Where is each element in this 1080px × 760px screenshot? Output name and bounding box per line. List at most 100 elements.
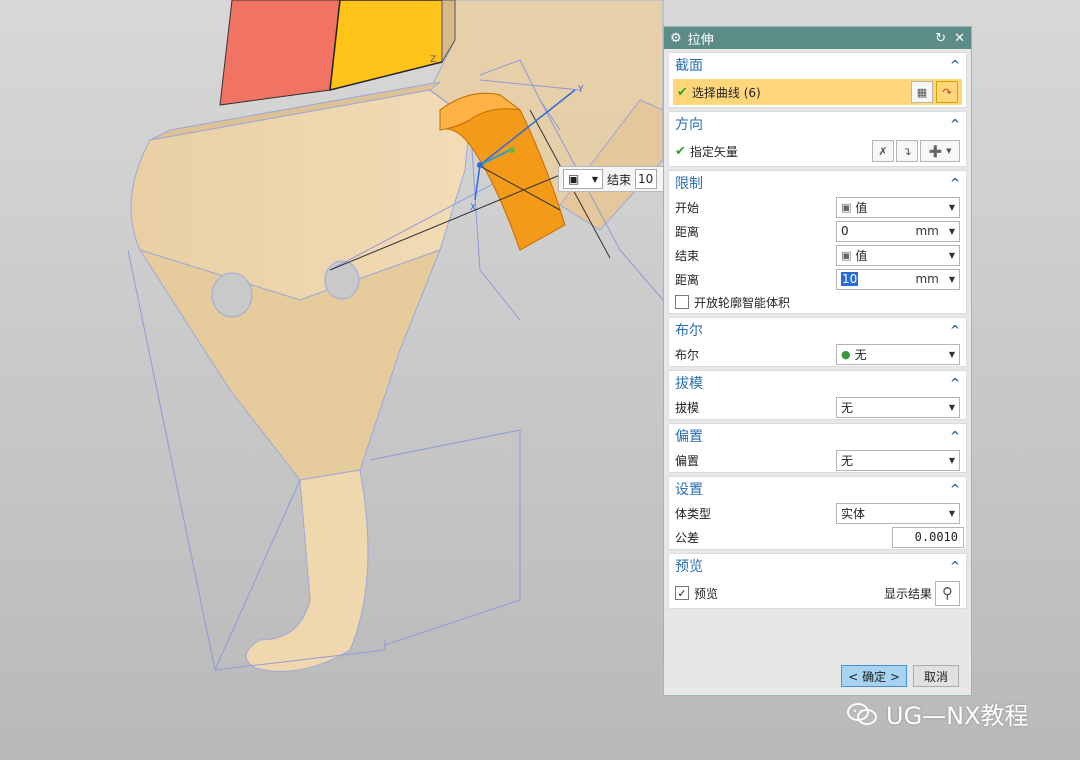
wechat-icon [847, 702, 877, 725]
chevron-up-icon[interactable]: ^ [950, 429, 960, 443]
chevron-up-icon[interactable]: ^ [950, 482, 960, 496]
direction-header-label: 方向 [675, 117, 703, 133]
dialog-titlebar[interactable]: ⚙ 拉伸 ↻ ✕ [664, 27, 971, 49]
ok-button[interactable]: < 确定 > [841, 665, 907, 687]
sketch-section-icon[interactable]: ▦ [911, 81, 933, 103]
end-value-input[interactable]: 10 [635, 169, 658, 189]
start-distance-value[interactable]: 0 [841, 224, 915, 238]
vector-row: ✔ 指定矢量 ✗ ↴ ➕ ▼ [669, 136, 966, 166]
direction-header[interactable]: 方向 ^ [669, 112, 966, 136]
boolean-value: 无 [854, 347, 867, 362]
limits-header-label: 限制 [675, 176, 703, 192]
reset-icon[interactable]: ↻ [935, 31, 946, 46]
chevron-down-icon[interactable]: ▼ [949, 227, 955, 236]
section-header[interactable]: 截面 ^ [669, 53, 966, 77]
watermark: UG—NX教程 [846, 696, 1029, 731]
draft-header[interactable]: 拔模 ^ [669, 371, 966, 395]
open-profile-label: 开放轮廓智能体积 [694, 295, 791, 310]
boolean-group: 布尔 ^ 布尔 ● 无 ▼ [668, 317, 967, 367]
chevron-down-icon: ▼ [591, 174, 598, 184]
start-type-dropdown[interactable]: ▣ 值 ▼ [836, 196, 960, 218]
open-profile-row: 开放轮廓智能体积 [669, 291, 966, 313]
dialog-title: 拉伸 [687, 32, 714, 48]
axis-y-label: Y [577, 85, 584, 95]
gear-icon[interactable]: ⚙ [670, 31, 682, 46]
vector-label: 指定矢量 [689, 144, 738, 159]
on-canvas-end-widget[interactable]: ▣ ▼ 结束 10 [558, 166, 668, 192]
end-distance-value[interactable]: 10 [841, 272, 859, 286]
body-type-value: 实体 [841, 506, 866, 521]
preview-group: 预览 ^ ✓ 预览 显示结果 ⚲ [668, 553, 967, 609]
end-distance-row: 距离 10 mm ▼ [669, 267, 966, 291]
chevron-down-icon: ▼ [948, 349, 955, 359]
vector-type-dropdown[interactable]: ➕ ▼ [920, 140, 960, 162]
chevron-up-icon[interactable]: ^ [950, 176, 960, 190]
boolean-dropdown[interactable]: ● 无 ▼ [836, 343, 960, 365]
preview-header-label: 预览 [675, 559, 703, 575]
cube-icon: ▣ [841, 248, 852, 262]
offset-value: 无 [841, 453, 854, 468]
chevron-up-icon[interactable]: ^ [950, 559, 960, 573]
magnifier-icon[interactable]: ⚲ [935, 580, 960, 606]
vector-dialog-icon[interactable]: ↴ [896, 140, 918, 162]
offset-dropdown[interactable]: 无 ▼ [836, 449, 960, 471]
draft-header-label: 拔模 [675, 376, 703, 392]
preview-checkbox[interactable]: ✓ [675, 586, 689, 600]
chevron-up-icon[interactable]: ^ [950, 117, 960, 131]
preview-row: ✓ 预览 显示结果 ⚲ [669, 578, 966, 608]
settings-header[interactable]: 设置 ^ [669, 477, 966, 501]
boolean-header-label: 布尔 [675, 323, 703, 339]
chevron-down-icon[interactable]: ▼ [949, 275, 955, 284]
tolerance-input[interactable]: 0.0010 [892, 526, 964, 548]
draft-row: 拔模 无 ▼ [669, 395, 966, 419]
hole-left [211, 272, 253, 318]
direction-group: 方向 ^ ✔ 指定矢量 ✗ ↴ ➕ ▼ [668, 111, 967, 167]
cancel-button[interactable]: 取消 [913, 665, 959, 687]
watermark-text: UG—NX教程 [886, 702, 1029, 730]
draft-group: 拔模 ^ 拔模 无 ▼ [668, 370, 967, 420]
chevron-up-icon[interactable]: ^ [950, 376, 960, 390]
limits-group: 限制 ^ 开始 ▣ 值 ▼ 距离 0 mm ▼ 结束 ▣ 值 ▼ 距离 10 m… [668, 170, 967, 314]
chevron-down-icon: ▼ [948, 250, 955, 260]
start-distance-unit: mm [915, 224, 939, 238]
extrude-dialog: ⚙ 拉伸 ↻ ✕ 截面 ^ ✔ 选择曲线 (6) ▦ ↷ 方向 ^ ✔ 指定矢量… [663, 26, 972, 696]
reverse-direction-icon[interactable]: ✗ [872, 140, 894, 162]
preview-header[interactable]: 预览 ^ [669, 554, 966, 578]
chevron-up-icon[interactable]: ^ [950, 323, 960, 337]
start-distance-row: 距离 0 mm ▼ [669, 219, 966, 243]
select-curve-row[interactable]: ✔ 选择曲线 (6) ▦ ↷ [673, 79, 962, 105]
settings-header-label: 设置 [675, 482, 703, 498]
curve-selection-icon[interactable]: ↷ [936, 81, 958, 103]
chevron-down-icon: ▼ [948, 402, 955, 412]
tolerance-row: 公差 0.0010 [669, 525, 966, 549]
close-icon[interactable]: ✕ [954, 31, 965, 46]
select-curve-label: 选择曲线 (6) [691, 85, 761, 100]
offset-row: 偏置 无 ▼ [669, 448, 966, 472]
body-type-row: 体类型 实体 ▼ [669, 501, 966, 525]
end-distance-unit: mm [915, 272, 939, 286]
boolean-row: 布尔 ● 无 ▼ [669, 342, 966, 366]
chevron-up-icon[interactable]: ^ [950, 58, 960, 72]
cube-icon: ▣ [841, 200, 852, 214]
start-type-value: 值 [855, 200, 868, 215]
boolean-header[interactable]: 布尔 ^ [669, 318, 966, 342]
settings-group: 设置 ^ 体类型 实体 ▼ 公差 0.0010 [668, 476, 967, 550]
hole-right [324, 260, 360, 300]
draft-dropdown[interactable]: 无 ▼ [836, 396, 960, 418]
end-distance-input[interactable]: 10 mm ▼ [836, 268, 960, 290]
cube-icon: ▣ [568, 172, 580, 186]
preview-label: 预览 [694, 586, 719, 601]
end-type-dropdown[interactable]: ▣ 值 ▼ [836, 244, 960, 266]
offset-header[interactable]: 偏置 ^ [669, 424, 966, 448]
limits-header[interactable]: 限制 ^ [669, 171, 966, 195]
end-type-dropdown[interactable]: ▣ ▼ [563, 169, 603, 189]
dialog-footer: < 确定 > 取消 [664, 657, 971, 695]
end-row: 结束 ▣ 值 ▼ [669, 243, 966, 267]
red-face[interactable] [219, 0, 341, 106]
chevron-down-icon: ▼ [948, 202, 955, 212]
start-distance-input[interactable]: 0 mm ▼ [836, 220, 960, 242]
draft-value: 无 [841, 400, 854, 415]
chevron-down-icon: ▼ [948, 455, 955, 465]
open-profile-checkbox[interactable] [675, 295, 689, 309]
body-type-dropdown[interactable]: 实体 ▼ [836, 502, 960, 524]
